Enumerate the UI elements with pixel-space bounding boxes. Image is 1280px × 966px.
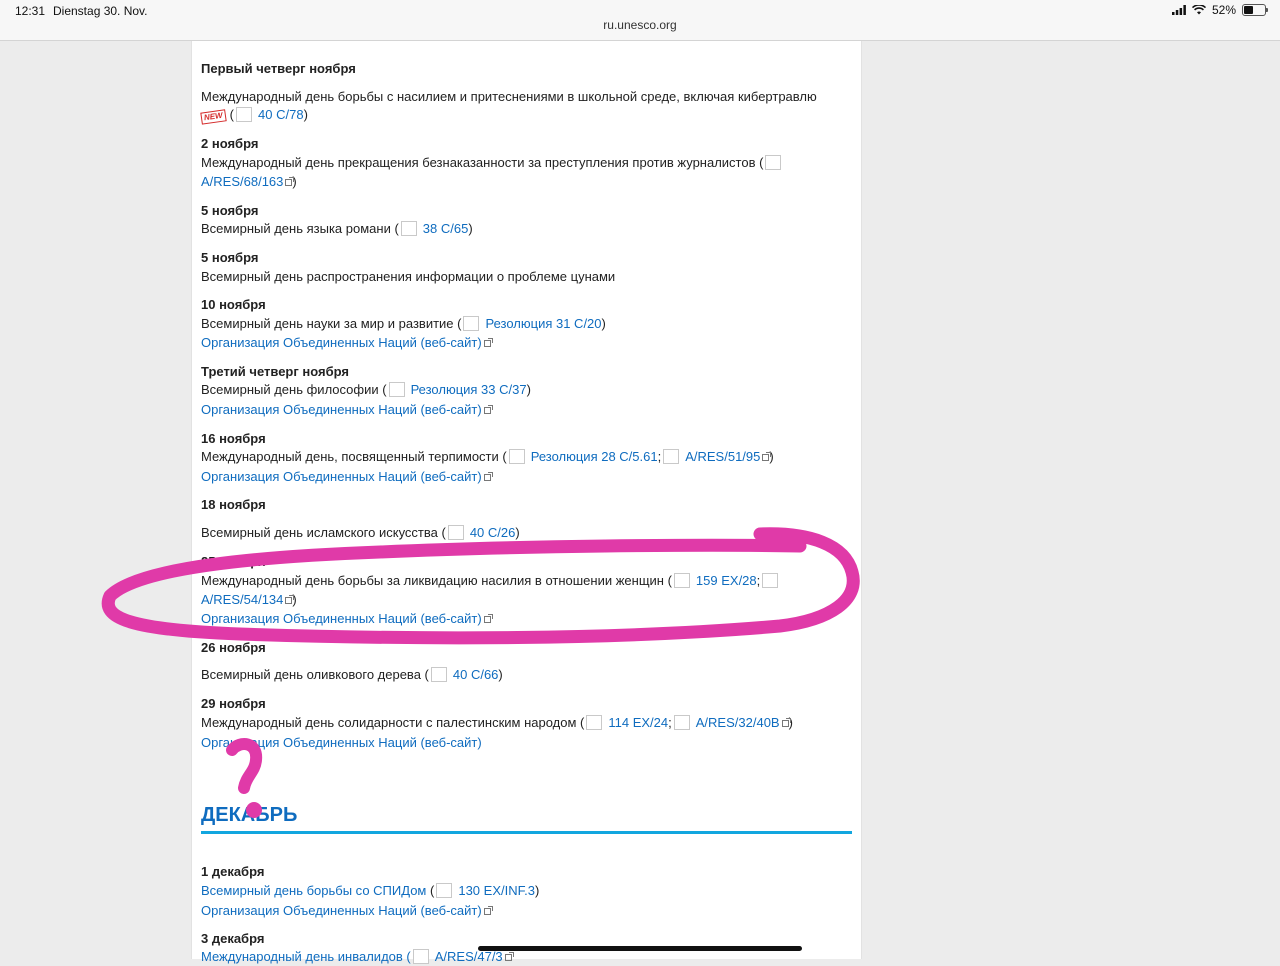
un-link-row: Организация Объединенных Наций (веб-сайт… <box>201 334 493 352</box>
signal-icon <box>1171 5 1186 15</box>
doc-icon <box>508 449 525 464</box>
entry-date: 26 ноября <box>201 640 266 655</box>
entry-refs: A/RES/68/163) <box>201 174 297 189</box>
entry-title: Всемирный день оливкового дерева (40 C/6… <box>201 667 503 682</box>
entry-title: Международный день борьбы за ликвидацию … <box>201 572 784 590</box>
doc-icon <box>430 667 447 682</box>
un-website-link[interactable]: Организация Объединенных Наций (веб-сайт… <box>201 335 482 350</box>
entry-title-link[interactable]: Всемирный день борьбы со СПИДом <box>201 883 426 898</box>
external-link-icon <box>504 952 514 961</box>
doc-icon <box>412 949 429 964</box>
ref-link[interactable]: 40 C/26 <box>470 525 516 540</box>
ref-link[interactable]: 38 C/65 <box>423 221 469 236</box>
battery-icon <box>1242 4 1268 16</box>
status-date: Dienstag 30. Nov. <box>53 4 148 18</box>
ref-link[interactable]: A/RES/68/163 <box>201 174 283 189</box>
entry-title: Всемирный день философии (Резолюция 33 C… <box>201 382 531 397</box>
un-link-row: Организация Объединенных Наций (веб-сайт… <box>201 610 493 628</box>
status-time: 12:31 <box>15 4 46 18</box>
section-heading-december: ДЕКАБРЬ <box>201 804 298 826</box>
un-link-row: Организация Объединенных Наций (веб-сайт… <box>201 902 493 920</box>
entry-title: Всемирный день языка романи (38 C/65) <box>201 221 473 236</box>
entry-date: 18 ноября <box>201 497 266 512</box>
un-link-row: Организация Объединенных Наций (веб-сайт… <box>201 401 493 419</box>
entry-title: Международный день прекращения безнаказа… <box>201 154 787 172</box>
doc-icon <box>388 382 405 397</box>
entry-date: 1 декабря <box>201 864 265 879</box>
battery-percent: 52% <box>1211 3 1236 17</box>
ref-link[interactable]: Резолюция 31 C/20 <box>485 316 601 331</box>
url-bar[interactable]: ru.unesco.org <box>0 18 1280 32</box>
external-link-icon <box>285 177 295 186</box>
ref-link[interactable]: 40 C/66 <box>453 667 499 682</box>
doc-icon <box>236 107 253 122</box>
entry-title: Международный день солидарности с палест… <box>201 715 793 730</box>
doc-icon <box>436 883 453 898</box>
entry-refs: NEW(40 C/78) <box>200 106 308 125</box>
home-indicator <box>478 946 802 951</box>
un-link-row: Организация Объединенных Наций (веб-сайт… <box>201 468 493 486</box>
entry-date: 5 ноября <box>201 250 259 265</box>
doc-icon <box>463 316 480 331</box>
external-link-icon <box>483 906 493 915</box>
entry-date: 29 ноября <box>201 696 266 711</box>
entry-date: 16 ноября <box>201 431 266 446</box>
content-column: Первый четверг ноября Международный день… <box>191 41 862 964</box>
new-badge: NEW <box>200 109 227 125</box>
ref-link[interactable]: 40 C/78 <box>258 107 304 122</box>
un-website-link[interactable]: Организация Объединенных Наций (веб-сайт… <box>201 469 482 484</box>
doc-icon <box>762 573 779 588</box>
external-link-icon <box>483 472 493 481</box>
entry-refs: A/RES/54/134) <box>201 592 297 607</box>
entry-title: Всемирный день распространения информаци… <box>201 269 616 284</box>
external-link-icon <box>483 614 493 623</box>
entry-title: Международный день инвалидов ( A/RES/47/3 <box>201 948 514 966</box>
entry-date: 5 ноября <box>201 203 259 218</box>
external-link-icon <box>285 595 295 604</box>
entry-date: 10 ноября <box>201 297 266 312</box>
section-divider <box>201 831 852 834</box>
entry-date: 3 декабря <box>201 931 265 946</box>
un-website-link[interactable]: Организация Объединенных Наций (веб-сайт… <box>201 735 482 750</box>
entry-title: Международный день борьбы с насилием и п… <box>201 89 817 104</box>
external-link-icon <box>781 718 791 727</box>
ref-link[interactable]: 130 EX/INF.3 <box>458 883 535 898</box>
entry-date: 2 ноября <box>201 136 259 151</box>
ref-link[interactable]: A/RES/54/134 <box>201 592 283 607</box>
ref-link[interactable]: Резолюция 28 C/5.61 <box>531 449 658 464</box>
entry-title: Всемирный день исламского искусства (40 … <box>201 525 520 540</box>
ref-link[interactable]: 114 EX/24 <box>608 715 668 730</box>
browser-top-bar: 12:31 Dienstag 30. Nov. ru.unesco.org 52… <box>0 0 1280 41</box>
external-link-icon <box>483 405 493 414</box>
entry-title-link[interactable]: Международный день инвалидов ( <box>201 949 411 964</box>
entry-title: Всемирный день борьбы со СПИДом (130 EX/… <box>201 883 540 898</box>
entry-title: Всемирный день науки за мир и развитие (… <box>201 316 606 331</box>
doc-icon <box>400 221 417 236</box>
entry-date: Третий четверг ноября <box>201 364 349 379</box>
un-website-link[interactable]: Организация Объединенных Наций (веб-сайт… <box>201 903 482 918</box>
status-indicators: 52% <box>1171 3 1268 17</box>
external-link-icon <box>483 338 493 347</box>
entry-date: 25 ноября <box>201 554 266 569</box>
external-link-icon <box>762 452 772 461</box>
doc-icon <box>673 573 690 588</box>
un-website-link[interactable]: Организация Объединенных Наций (веб-сайт… <box>201 402 482 417</box>
ref-link[interactable]: A/RES/51/95 <box>685 449 760 464</box>
un-link-row: Организация Объединенных Наций (веб-сайт… <box>201 734 482 752</box>
entry-date: Первый четверг ноября <box>201 61 356 76</box>
doc-icon <box>586 715 603 730</box>
ref-link[interactable]: 159 EX/28 <box>696 573 757 588</box>
ref-link[interactable]: A/RES/47/3 <box>435 949 503 964</box>
doc-icon <box>447 525 464 540</box>
ref-link[interactable]: A/RES/32/40B <box>696 715 780 730</box>
doc-icon <box>765 155 782 170</box>
wifi-icon <box>1191 5 1206 15</box>
un-website-link[interactable]: Организация Объединенных Наций (веб-сайт… <box>201 611 482 626</box>
doc-icon <box>673 715 690 730</box>
entry-title: Международный день, посвященный терпимос… <box>201 449 774 464</box>
doc-icon <box>663 449 680 464</box>
ref-link[interactable]: Резолюция 33 C/37 <box>411 382 527 397</box>
